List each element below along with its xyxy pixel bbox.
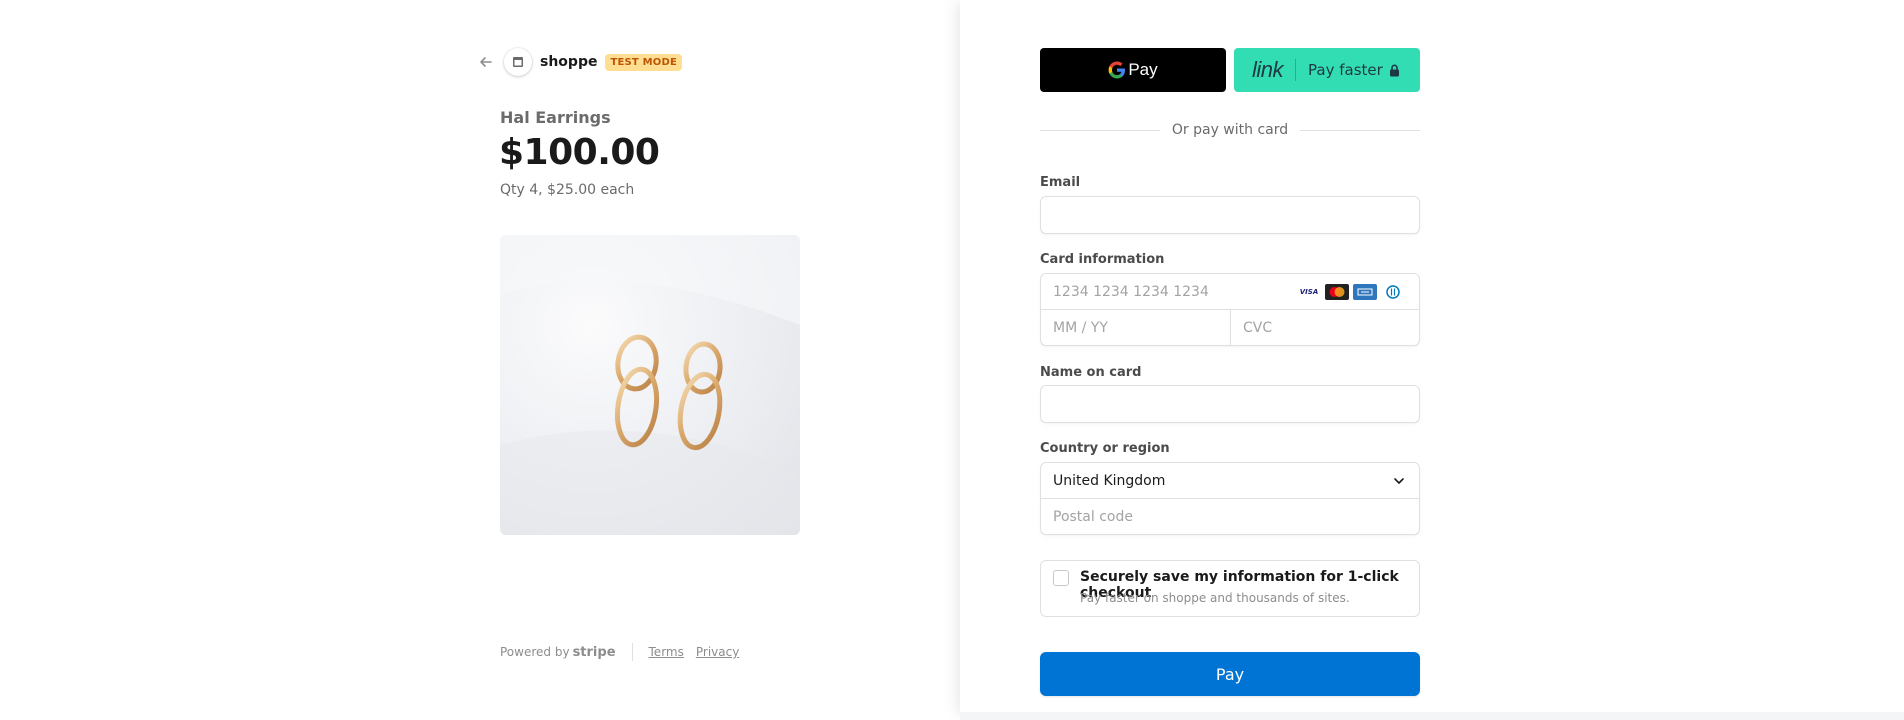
- link-logo: link: [1252, 57, 1284, 82]
- card-info-label: Card information: [1040, 252, 1165, 267]
- name-on-card-field[interactable]: [1041, 386, 1419, 422]
- page-bottom-strip: [960, 712, 1904, 720]
- link-separator: [1295, 59, 1297, 81]
- footer: Powered by stripe Terms Privacy: [500, 643, 751, 661]
- mastercard-icon: [1325, 284, 1349, 300]
- card-number-wrapper: VISA: [1040, 273, 1420, 310]
- terms-link[interactable]: Terms: [649, 645, 684, 659]
- quantity-text: Qty 4, $25.00 each: [500, 182, 635, 198]
- cvc-wrapper: [1230, 309, 1420, 346]
- chevron-down-icon: [1394, 478, 1404, 484]
- link-label: Pay faster: [1308, 61, 1383, 79]
- country-select[interactable]: United Kingdom: [1040, 462, 1420, 499]
- product-name: Hal Earrings: [500, 108, 611, 127]
- google-pay-button[interactable]: Pay: [1040, 48, 1226, 92]
- postal-code-input[interactable]: [1041, 499, 1419, 534]
- pay-button[interactable]: Pay: [1040, 652, 1420, 696]
- divider-text: Or pay with card: [1171, 122, 1289, 138]
- country-label: Country or region: [1040, 441, 1170, 456]
- expiry-wrapper: [1040, 309, 1231, 346]
- name-on-card-label: Name on card: [1040, 365, 1142, 380]
- postal-wrapper: [1040, 498, 1420, 535]
- email-field-wrapper: [1040, 196, 1420, 234]
- card-brands: VISA: [1297, 284, 1405, 300]
- link-pay-button[interactable]: link Pay faster: [1234, 48, 1420, 92]
- google-g-icon: [1108, 61, 1126, 79]
- earrings-illustration: [500, 235, 800, 535]
- privacy-link[interactable]: Privacy: [696, 645, 739, 659]
- name-field-wrapper: [1040, 385, 1420, 423]
- pay-with-card-divider: Or pay with card: [1040, 122, 1421, 138]
- lock-icon: [1389, 64, 1400, 77]
- expiry-input[interactable]: [1041, 310, 1230, 345]
- google-pay-label: Pay: [1128, 60, 1158, 79]
- powered-by-text: Powered by: [500, 645, 570, 659]
- country-value: United Kingdom: [1053, 473, 1166, 489]
- amex-icon: [1353, 284, 1377, 300]
- stripe-logo[interactable]: stripe: [573, 645, 616, 660]
- diners-icon: [1381, 284, 1405, 300]
- back-arrow-icon[interactable]: [476, 52, 496, 72]
- merchant-header: shoppe TEST MODE: [476, 48, 683, 76]
- footer-divider: [631, 643, 633, 661]
- order-summary-pane: [0, 0, 960, 720]
- save-info-subtitle: Pay faster on shoppe and thousands of si…: [1080, 591, 1350, 605]
- test-mode-badge: TEST MODE: [605, 53, 683, 71]
- total-price: $100.00: [499, 132, 660, 173]
- save-info-checkbox[interactable]: [1053, 570, 1069, 586]
- product-image: [500, 235, 800, 535]
- save-info-box: Securely save my information for 1-click…: [1040, 560, 1420, 617]
- merchant-name: shoppe: [540, 54, 598, 70]
- visa-icon: VISA: [1297, 284, 1321, 300]
- email-label: Email: [1040, 175, 1081, 190]
- store-icon: [504, 48, 532, 76]
- email-field[interactable]: [1041, 197, 1419, 233]
- cvc-input[interactable]: [1231, 310, 1419, 345]
